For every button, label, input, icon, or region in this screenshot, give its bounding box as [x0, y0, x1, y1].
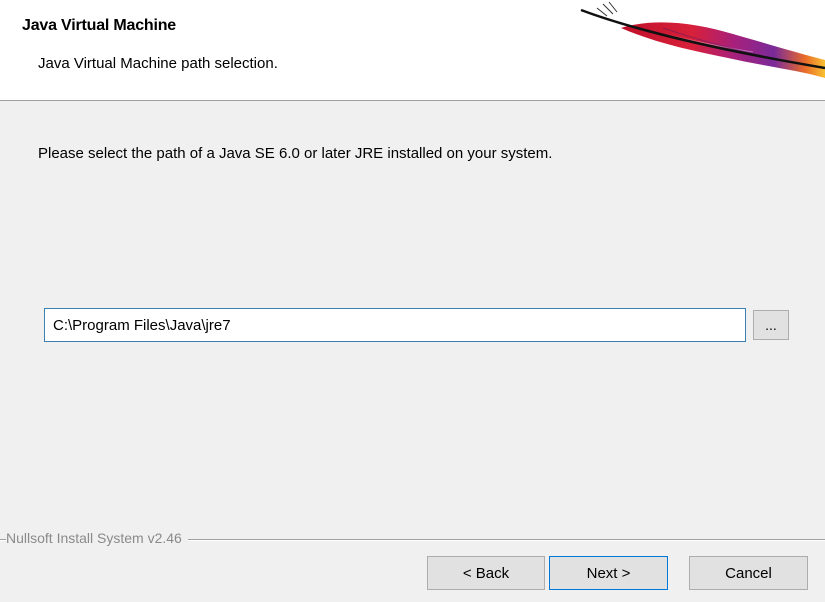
next-button[interactable]: Next >: [549, 556, 668, 590]
jre-path-input[interactable]: [44, 308, 746, 342]
page-subtitle: Java Virtual Machine path selection.: [38, 55, 278, 72]
branding-line: Nullsoft Install System v2.46: [0, 530, 825, 546]
branding-text: Nullsoft Install System v2.46: [6, 530, 188, 546]
cancel-button[interactable]: Cancel: [689, 556, 808, 590]
browse-button[interactable]: ...: [753, 310, 789, 340]
back-button[interactable]: < Back: [427, 556, 545, 590]
apache-feather-logo-icon: [580, 1, 825, 78]
instructions-text: Please select the path of a Java SE 6.0 …: [38, 145, 553, 162]
page-title: Java Virtual Machine: [22, 17, 177, 34]
wizard-header: Java Virtual Machine Java Virtual Machin…: [0, 0, 825, 101]
